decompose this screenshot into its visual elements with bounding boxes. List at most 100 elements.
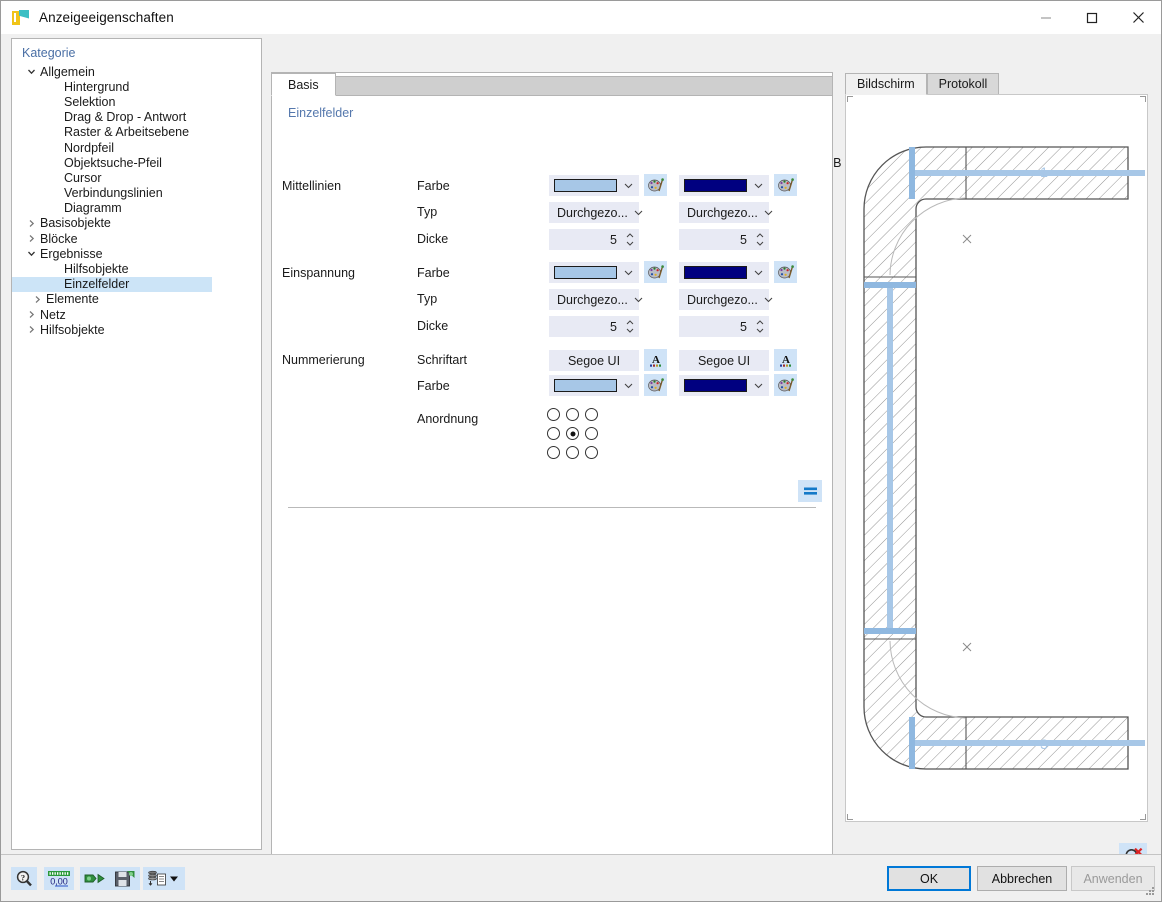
tree-item-label: Allgemein xyxy=(40,64,95,79)
tree-item-raster-arbeitsebene[interactable]: Raster & Arbeitsebene xyxy=(12,125,261,140)
tree-item-nordpfeil[interactable]: Nordpfeil xyxy=(12,140,261,155)
palette-icon-screen-einspannung[interactable] xyxy=(644,261,667,283)
font-settings-icon-log[interactable]: A xyxy=(774,349,797,371)
color-select-screen-nummerierung[interactable] xyxy=(549,375,639,396)
thickness-spinner-log-mittellinien[interactable]: 5 xyxy=(679,229,769,250)
tree-item-hintergrund[interactable]: Hintergrund xyxy=(12,79,261,94)
import-settings-icon[interactable] xyxy=(80,867,110,890)
font-name-screen: Segoe UI xyxy=(567,353,621,368)
tree-item-label: Objektsuche-Pfeil xyxy=(64,155,162,170)
color-select-log-einspannung[interactable] xyxy=(679,262,769,283)
align-rows-icon[interactable] xyxy=(798,480,822,502)
arrangement-radio-6[interactable] xyxy=(547,446,560,459)
color-select-screen-mittellinien[interactable] xyxy=(549,175,639,196)
type-select-screen-einspannung[interactable]: Durchgezo... xyxy=(549,289,643,310)
palette-icon-screen-nummerierung[interactable] xyxy=(644,374,667,396)
palette-icon-log-mittellinien[interactable] xyxy=(774,174,797,196)
save-settings-icon[interactable] xyxy=(110,867,140,890)
tabstrip-filler xyxy=(335,76,833,96)
arrangement-radio-8[interactable] xyxy=(585,446,598,459)
font-button-screen[interactable]: Segoe UI xyxy=(549,350,639,371)
chevron-down-icon xyxy=(747,383,769,389)
tree-item-label: Selektion xyxy=(64,94,116,109)
field-label-dicke-2: Dicke xyxy=(417,319,449,333)
arrangement-radio-2[interactable] xyxy=(585,408,598,421)
tree-item-drag-drop-antwort[interactable]: Drag & Drop - Antwort xyxy=(12,110,261,125)
tab-basis[interactable]: Basis xyxy=(271,73,336,96)
palette-icon-log-einspannung[interactable] xyxy=(774,261,797,283)
tree-item-hilfsobjekte[interactable]: Hilfsobjekte xyxy=(12,261,261,276)
font-name-log: Segoe UI xyxy=(697,353,751,368)
type-select-log-einspannung[interactable]: Durchgezo... xyxy=(679,289,773,310)
tree-item-diagramm[interactable]: Diagramm xyxy=(12,201,261,216)
canvas-corner-mark xyxy=(1140,96,1146,102)
tree-item-ergebnisse[interactable]: Ergebnisse xyxy=(12,246,261,261)
spinner-arrows-icon[interactable] xyxy=(623,320,637,333)
tree-item-objektsuche-pfeil[interactable]: Objektsuche-Pfeil xyxy=(12,155,261,170)
dialog-window: Anzeigeeigenschaften Kategorie Allgemein… xyxy=(0,0,1162,902)
dialog-footer: ? 0,00 OK Abbrechen Anwenden xyxy=(1,854,1161,901)
arrangement-radio-grid[interactable] xyxy=(544,406,601,463)
chevron-down-icon[interactable] xyxy=(22,249,40,258)
chevron-down-icon[interactable] xyxy=(22,67,40,76)
chevron-down-icon xyxy=(617,270,639,276)
category-tree[interactable]: Allgemein Hintergrund Selektion Drag & Drop… xyxy=(12,64,261,337)
arrangement-radio-5[interactable] xyxy=(585,427,598,440)
thickness-spinner-log-einspannung[interactable]: 5 xyxy=(679,316,769,337)
font-settings-icon-screen[interactable]: A xyxy=(644,349,667,371)
close-icon[interactable] xyxy=(1115,1,1161,34)
color-swatch xyxy=(684,266,747,279)
font-button-log[interactable]: Segoe UI xyxy=(679,350,769,371)
thickness-value: 5 xyxy=(610,319,617,334)
settings-panel: Einzelfelder Bildschirm Protokoll Mittel… xyxy=(271,72,1016,899)
number-format-icon[interactable]: 0,00 xyxy=(44,867,74,890)
color-select-log-nummerierung[interactable] xyxy=(679,375,769,396)
arrangement-radio-1[interactable] xyxy=(566,408,579,421)
maximize-icon[interactable] xyxy=(1069,1,1115,34)
tree-item-selektion[interactable]: Selektion xyxy=(12,94,261,109)
preview-tab-protokoll[interactable]: Protokoll xyxy=(926,73,1000,95)
arrangement-radio-0[interactable] xyxy=(547,408,560,421)
tree-item-basisobjekte[interactable]: Basisobjekte xyxy=(12,216,261,231)
preview-canvas[interactable]: 1 3 xyxy=(845,94,1148,822)
preview-tab-bildschirm[interactable]: Bildschirm xyxy=(845,73,927,95)
tree-item-elemente[interactable]: Elemente xyxy=(12,292,261,307)
chevron-right-icon[interactable] xyxy=(22,310,40,319)
chevron-right-icon[interactable] xyxy=(22,219,40,228)
type-select-screen-value: Durchgezo... xyxy=(557,205,628,220)
tree-item-label: Nordpfeil xyxy=(64,140,115,155)
ok-button[interactable]: OK xyxy=(887,866,971,891)
color-select-screen-einspannung[interactable] xyxy=(549,262,639,283)
tree-item-cursor[interactable]: Cursor xyxy=(12,170,261,185)
spinner-arrows-icon[interactable] xyxy=(623,233,637,246)
arrangement-radio-7[interactable] xyxy=(566,446,579,459)
arrangement-radio-4[interactable] xyxy=(566,427,579,440)
spinner-arrows-icon[interactable] xyxy=(753,320,767,333)
tree-item-allgemein[interactable]: Allgemein xyxy=(12,64,261,79)
chevron-right-icon[interactable] xyxy=(28,295,46,304)
search-properties-icon[interactable]: ? xyxy=(11,867,37,890)
color-select-log-mittellinien[interactable] xyxy=(679,175,769,196)
type-select-log-mittellinien[interactable]: Durchgezo... xyxy=(679,202,773,223)
chevron-right-icon[interactable] xyxy=(22,325,40,334)
tree-item-netz[interactable]: Netz xyxy=(12,307,261,322)
tree-item-hilfsobjekte[interactable]: Hilfsobjekte xyxy=(12,322,261,337)
arrangement-radio-3[interactable] xyxy=(547,427,560,440)
palette-icon-screen-mittellinien[interactable] xyxy=(644,174,667,196)
tree-item-einzelfelder[interactable]: Einzelfelder xyxy=(12,276,212,292)
svg-text:A: A xyxy=(652,354,660,366)
thickness-spinner-screen-mittellinien[interactable]: 5 xyxy=(549,229,639,250)
thickness-spinner-screen-einspannung[interactable]: 5 xyxy=(549,316,639,337)
spinner-arrows-icon[interactable] xyxy=(753,233,767,246)
type-select-screen-mittellinien[interactable]: Durchgezo... xyxy=(549,202,643,223)
minimize-icon[interactable] xyxy=(1023,1,1069,34)
chevron-right-icon[interactable] xyxy=(22,234,40,243)
settings-list-icon[interactable] xyxy=(143,867,185,890)
tree-item-bl-cke[interactable]: Blöcke xyxy=(12,231,261,246)
palette-icon-log-nummerierung[interactable] xyxy=(774,374,797,396)
tree-item-verbindungslinien[interactable]: Verbindungslinien xyxy=(12,186,261,201)
preview-drawing: 1 3 xyxy=(863,146,1145,770)
cancel-button[interactable]: Abbrechen xyxy=(977,866,1067,891)
thickness-value: 5 xyxy=(740,319,747,334)
resize-grip[interactable] xyxy=(1146,887,1155,896)
